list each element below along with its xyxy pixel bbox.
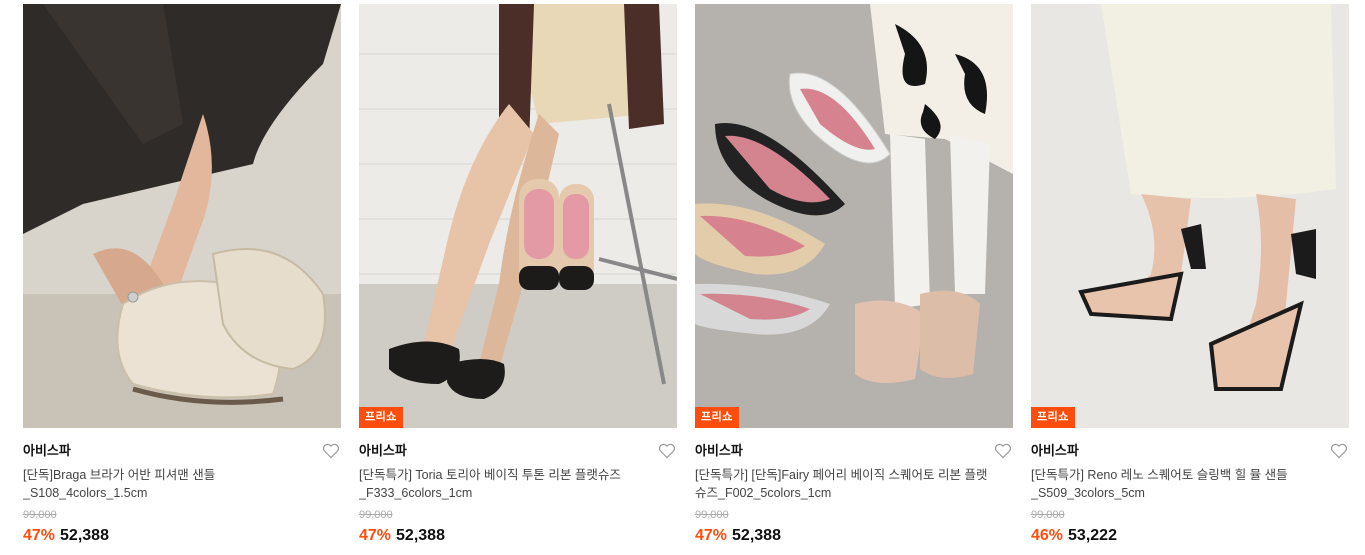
- sale-price: 53,222: [1068, 527, 1117, 544]
- original-price: 99,000: [1031, 509, 1065, 521]
- product-title[interactable]: [단독]Braga 브라가 어반 피셔맨 샌들_S108_4colors_1.5…: [23, 466, 323, 502]
- sale-price: 52,388: [732, 527, 781, 544]
- product-card[interactable]: 프리쇼 아비스파 [단독특가] Toria 토리아 베이직 투톤 리본 플랫슈즈…: [359, 4, 677, 546]
- product-image[interactable]: [23, 4, 341, 428]
- brand-name[interactable]: 아비스파: [1031, 442, 1349, 460]
- preshow-badge: 프리쇼: [695, 407, 739, 428]
- sale-price: 52,388: [60, 527, 109, 544]
- heart-outline-icon[interactable]: [322, 443, 340, 459]
- preshow-badge: 프리쇼: [359, 407, 403, 428]
- product-card[interactable]: 프리쇼 아비스파 [단독특가] [단독]Fairy 페어리 베이직 스퀘어토 리…: [695, 4, 1013, 546]
- discount-rate: 46%: [1031, 527, 1064, 544]
- brand-name[interactable]: 아비스파: [359, 442, 677, 460]
- product-meta: 아비스파 [단독특가] Reno 레노 스퀘어토 슬링백 힐 뮬 샌들_S509…: [1031, 428, 1349, 546]
- product-card[interactable]: 아비스파 [단독]Braga 브라가 어반 피셔맨 샌들_S108_4color…: [23, 4, 341, 546]
- price-row: 47% 52,388: [23, 526, 341, 546]
- product-image[interactable]: 프리쇼: [359, 4, 677, 428]
- preshow-badge: 프리쇼: [1031, 407, 1075, 428]
- product-title[interactable]: [단독특가] Toria 토리아 베이직 투톤 리본 플랫슈즈_F333_6co…: [359, 466, 659, 502]
- product-meta: 아비스파 [단독특가] Toria 토리아 베이직 투톤 리본 플랫슈즈_F33…: [359, 428, 677, 546]
- sale-price: 52,388: [396, 527, 445, 544]
- discount-rate: 47%: [23, 527, 56, 544]
- brand-name[interactable]: 아비스파: [695, 442, 1013, 460]
- original-price: 99,000: [695, 509, 729, 521]
- original-price: 99,000: [359, 509, 393, 521]
- heart-outline-icon[interactable]: [658, 443, 676, 459]
- product-image[interactable]: 프리쇼: [1031, 4, 1349, 428]
- product-meta: 아비스파 [단독특가] [단독]Fairy 페어리 베이직 스퀘어토 리본 플랫…: [695, 428, 1013, 546]
- product-grid: 아비스파 [단독]Braga 브라가 어반 피셔맨 샌들_S108_4color…: [0, 0, 1365, 555]
- price-row: 47% 52,388: [359, 526, 677, 546]
- product-photo: [1031, 4, 1349, 428]
- price-row: 47% 52,388: [695, 526, 1013, 546]
- product-title[interactable]: [단독특가] Reno 레노 스퀘어토 슬링백 힐 뮬 샌들_S509_3col…: [1031, 466, 1331, 502]
- product-image[interactable]: 프리쇼: [695, 4, 1013, 428]
- product-meta: 아비스파 [단독]Braga 브라가 어반 피셔맨 샌들_S108_4color…: [23, 428, 341, 546]
- product-title[interactable]: [단독특가] [단독]Fairy 페어리 베이직 스퀘어토 리본 플랫슈즈_F0…: [695, 466, 995, 502]
- product-card[interactable]: 프리쇼 아비스파 [단독특가] Reno 레노 스퀘어토 슬링백 힐 뮬 샌들_…: [1031, 4, 1349, 546]
- heart-outline-icon[interactable]: [1330, 443, 1348, 459]
- product-photo: [23, 4, 341, 428]
- original-price: 99,000: [23, 509, 57, 521]
- discount-rate: 47%: [695, 527, 728, 544]
- product-photo: [695, 4, 1013, 428]
- product-photo: [359, 4, 677, 428]
- heart-outline-icon[interactable]: [994, 443, 1012, 459]
- discount-rate: 47%: [359, 527, 392, 544]
- price-row: 46% 53,222: [1031, 526, 1349, 546]
- brand-name[interactable]: 아비스파: [23, 442, 341, 460]
